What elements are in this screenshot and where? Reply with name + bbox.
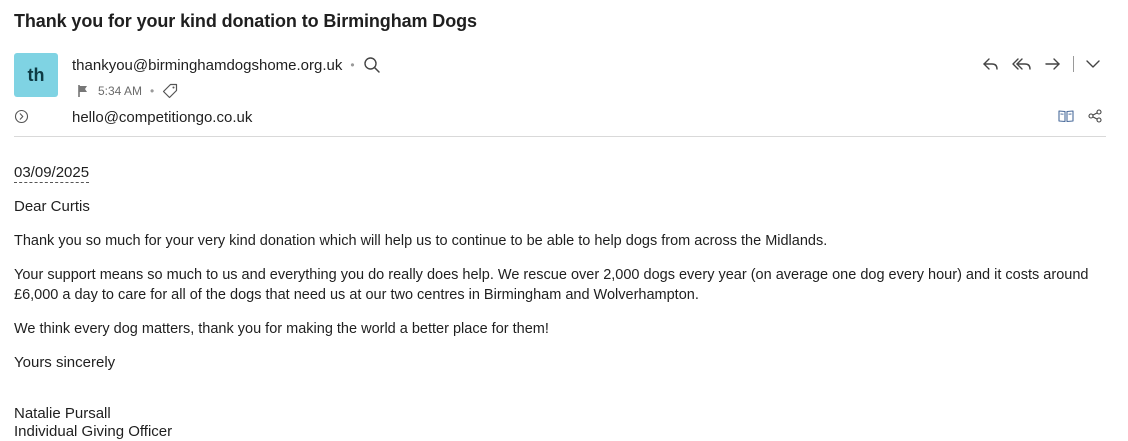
signature: Natalie Pursall Individual Giving Office…	[14, 405, 1114, 441]
signature-title: Individual Giving Officer	[14, 423, 1114, 441]
tag-icon[interactable]	[162, 83, 178, 99]
sender-address[interactable]: thankyou@birminghamdogshome.org.uk	[72, 57, 342, 74]
separator-dot: •	[150, 84, 154, 98]
recipient-row: hello@competitiongo.co.uk	[14, 108, 1114, 128]
separator-dot: •	[350, 58, 354, 72]
greeting: Dear Curtis	[14, 197, 1114, 217]
share-icon[interactable]	[1088, 109, 1102, 123]
time-label: 5:34 AM	[98, 84, 142, 98]
meta-row: 5:34 AM •	[76, 82, 178, 100]
recipient-address[interactable]: hello@competitiongo.co.uk	[72, 109, 252, 126]
chevron-right-circle-icon[interactable]	[14, 109, 29, 124]
forward-icon[interactable]	[1043, 55, 1063, 73]
body-paragraph-1: Thank you so much for your very kind don…	[14, 231, 1114, 251]
header-divider	[14, 136, 1106, 137]
reply-icon[interactable]	[981, 55, 1001, 73]
reply-all-icon[interactable]	[1011, 55, 1033, 73]
closing: Yours sincerely	[14, 353, 1114, 373]
action-toolbar	[981, 54, 1102, 74]
sender-avatar[interactable]: th	[14, 53, 58, 97]
signature-name: Natalie Pursall	[14, 405, 1114, 423]
email-body: 03/09/2025 Dear Curtis Thank you so much…	[14, 163, 1114, 441]
from-row: thankyou@birminghamdogshome.org.uk •	[72, 54, 381, 76]
body-paragraph-3: We think every dog matters, thank you fo…	[14, 319, 1114, 339]
flag-icon[interactable]	[76, 84, 90, 98]
toolbar-separator	[1073, 56, 1074, 72]
search-icon[interactable]	[363, 56, 381, 74]
chevron-down-icon[interactable]	[1084, 55, 1102, 73]
book-icon[interactable]	[1058, 109, 1074, 123]
secondary-toolbar	[1058, 109, 1102, 123]
letter-date: 03/09/2025	[14, 164, 89, 183]
body-paragraph-2: Your support means so much to us and eve…	[14, 265, 1114, 305]
email-subject: Thank you for your kind donation to Birm…	[14, 11, 477, 32]
avatar-initials: th	[28, 65, 45, 86]
